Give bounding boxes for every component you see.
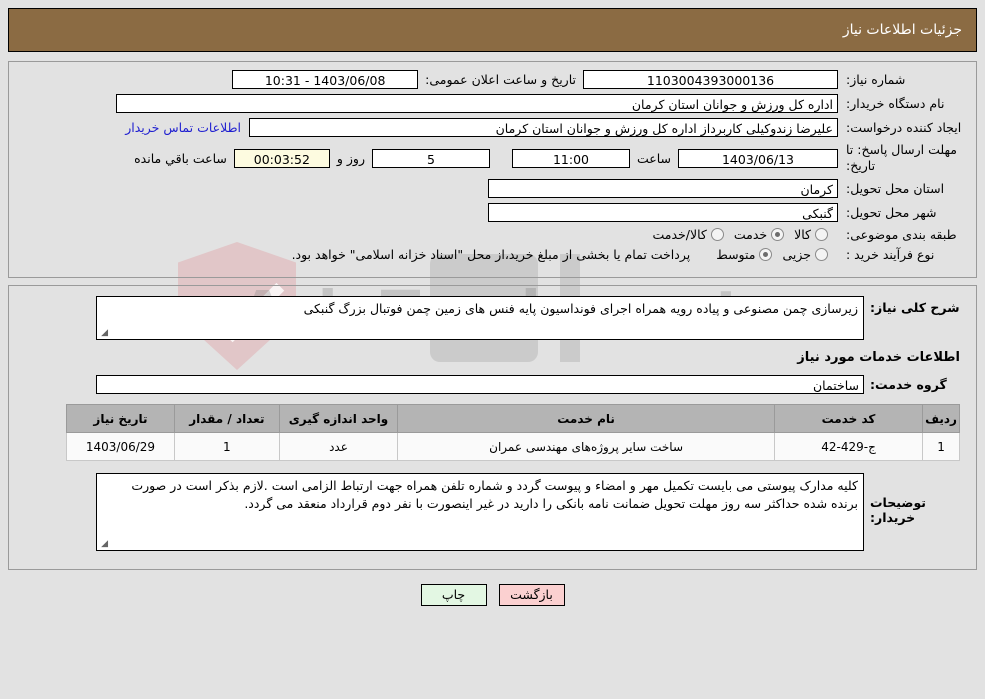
cell-service-name: ساخت سایر پروژه‌های مهندسی عمران xyxy=(397,432,775,461)
need-summary-panel: شماره نیاز: 1103004393000136 تاریخ و ساع… xyxy=(8,61,977,278)
buyer-notes-text: کلیه مدارک پیوستی می بایست تکمیل مهر و ا… xyxy=(131,478,858,511)
countdown-label: ساعت باقي مانده xyxy=(134,150,227,166)
row-subject-category: طبقه بندی موضوعی: کالا خدمت کالا/خدمت xyxy=(19,227,966,242)
radio-icon-goods[interactable] xyxy=(815,228,828,241)
announce-datetime-label: تاریخ و ساعت اعلان عمومی: xyxy=(425,72,576,87)
page-header: جزئیات اطلاعات نیاز xyxy=(8,8,977,52)
purchase-process-label: نوع فرآیند خرید : xyxy=(846,247,935,262)
category-option-service-label: خدمت xyxy=(733,227,768,242)
row-need-number: شماره نیاز: 1103004393000136 تاریخ و ساع… xyxy=(19,70,966,89)
deadline-hour-label: ساعت xyxy=(636,150,671,166)
buyer-notes-label: توضیحات خریدار: xyxy=(870,495,926,525)
need-number-field[interactable]: 1103004393000136 xyxy=(583,70,838,89)
countdown-timer-field: 00:03:52 xyxy=(233,148,330,168)
need-details-panel: شرح کلی نیاز: زیرسازی چمن مصنوعی و پیاده… xyxy=(8,285,977,570)
process-option-minor-label: جزیی xyxy=(782,247,811,262)
buyer-org-field[interactable]: اداره کل ورزش و جوانان استان کرمان xyxy=(116,94,838,113)
cell-radif: 1 xyxy=(922,432,960,461)
radio-icon-service[interactable] xyxy=(771,228,785,241)
request-creator-label: ایجاد کننده درخواست: xyxy=(846,120,962,135)
th-quantity: تعداد / مقدار xyxy=(173,404,280,433)
process-option-medium-label: متوسط xyxy=(716,247,756,262)
th-unit: واحد اندازه گیری xyxy=(278,404,399,433)
general-description-text: زیرسازی چمن مصنوعی و پیاده رویه همراه اج… xyxy=(303,301,858,316)
row-delivery-city: شهر محل تحویل: گنبکی xyxy=(19,203,966,222)
radio-icon-minor[interactable] xyxy=(815,248,828,261)
process-option-minor[interactable]: جزیی xyxy=(782,247,828,262)
response-deadline-label: مهلت ارسال پاسخ: تا تاریخ: xyxy=(846,142,957,173)
row-delivery-province: استان محل تحویل: کرمان xyxy=(19,179,966,198)
purchase-process-note: پرداخت تمام یا بخشی از مبلغ خرید،از محل … xyxy=(291,247,691,262)
th-radif: ردیف xyxy=(922,404,960,433)
action-button-bar: بازگشت چاپ xyxy=(0,584,985,606)
print-button[interactable]: چاپ xyxy=(420,584,487,606)
resize-grip-icon[interactable]: ◢ xyxy=(99,329,108,338)
request-creator-field[interactable]: علیرضا زندوکیلی کاربرداز اداره کل ورزش و… xyxy=(249,118,838,137)
resize-grip-icon-notes[interactable]: ◢ xyxy=(99,540,108,549)
service-group-label: گروه خدمت: xyxy=(870,377,947,392)
buyer-org-label: نام دستگاه خریدار: xyxy=(846,96,945,111)
category-option-goods-label: کالا xyxy=(794,227,811,242)
table-header-row: ردیف کد خدمت نام خدمت واحد اندازه گیری ت… xyxy=(66,404,960,433)
subject-category-label: طبقه بندی موضوعی: xyxy=(846,227,957,242)
row-buyer-org: نام دستگاه خریدار: اداره کل ورزش و جوانا… xyxy=(19,94,966,113)
th-service-code: کد خدمت xyxy=(773,404,924,433)
delivery-city-field[interactable]: گنبکی xyxy=(488,203,838,222)
remaining-days-field[interactable]: 5 xyxy=(371,148,490,168)
row-buyer-notes: توضیحات خریدار: کلیه مدارک پیوستی می بای… xyxy=(19,473,966,551)
general-description-label: شرح کلی نیاز: xyxy=(870,300,960,315)
delivery-province-field[interactable]: کرمان xyxy=(488,179,838,198)
row-purchase-process: نوع فرآیند خرید : جزیی متوسط پرداخت تمام… xyxy=(19,247,966,262)
general-description-textarea[interactable]: زیرسازی چمن مصنوعی و پیاده رویه همراه اج… xyxy=(96,296,864,340)
delivery-province-label: استان محل تحویل: xyxy=(846,181,945,196)
announce-datetime-field[interactable]: 1403/06/08 - 10:31 xyxy=(232,70,419,89)
deadline-hour-field[interactable]: 11:00 xyxy=(511,148,630,168)
deadline-date-field[interactable]: 1403/06/13 xyxy=(678,148,838,168)
delivery-city-label: شهر محل تحویل: xyxy=(846,205,937,220)
category-option-goods-service[interactable]: کالا/خدمت xyxy=(652,227,724,242)
th-service-name: نام خدمت xyxy=(397,404,775,433)
category-option-goods[interactable]: کالا xyxy=(794,227,828,242)
buyer-contact-link[interactable]: اطلاعات تماس خریدار xyxy=(117,120,249,135)
th-need-date: تاریخ نیاز xyxy=(66,404,175,433)
need-number-label: شماره نیاز: xyxy=(846,72,906,87)
table-row[interactable]: 1 ج-429-42 ساخت سایر پروژه‌های مهندسی عم… xyxy=(66,432,960,461)
category-option-goods-service-label: کالا/خدمت xyxy=(652,227,707,242)
remaining-days-label: روز و xyxy=(336,150,365,166)
buyer-notes-textarea[interactable]: کلیه مدارک پیوستی می بایست تکمیل مهر و ا… xyxy=(96,473,864,551)
cell-quantity: 1 xyxy=(173,432,280,461)
row-service-group: گروه خدمت: ساختمان xyxy=(19,375,966,394)
service-group-field[interactable]: ساختمان xyxy=(96,375,864,394)
page-title: جزئیات اطلاعات نیاز xyxy=(842,22,962,38)
cell-service-code: ج-429-42 xyxy=(773,432,924,461)
back-button[interactable]: بازگشت xyxy=(498,584,565,606)
cell-unit: عدد xyxy=(278,432,399,461)
radio-icon-medium[interactable] xyxy=(759,248,773,261)
radio-icon-goods-service[interactable] xyxy=(710,228,724,241)
services-section-heading: اطلاعات خدمات مورد نیاز xyxy=(797,350,960,365)
cell-need-date: 1403/06/29 xyxy=(66,432,175,461)
row-request-creator: ایجاد کننده درخواست: علیرضا زندوکیلی کار… xyxy=(19,118,966,137)
category-option-service[interactable]: خدمت xyxy=(733,227,785,242)
row-general-description: شرح کلی نیاز: زیرسازی چمن مصنوعی و پیاده… xyxy=(19,296,966,340)
row-response-deadline: مهلت ارسال پاسخ: تا تاریخ: 1403/06/13 سا… xyxy=(19,142,966,174)
services-table: ردیف کد خدمت نام خدمت واحد اندازه گیری ت… xyxy=(66,404,960,461)
process-option-medium[interactable]: متوسط xyxy=(716,247,773,262)
